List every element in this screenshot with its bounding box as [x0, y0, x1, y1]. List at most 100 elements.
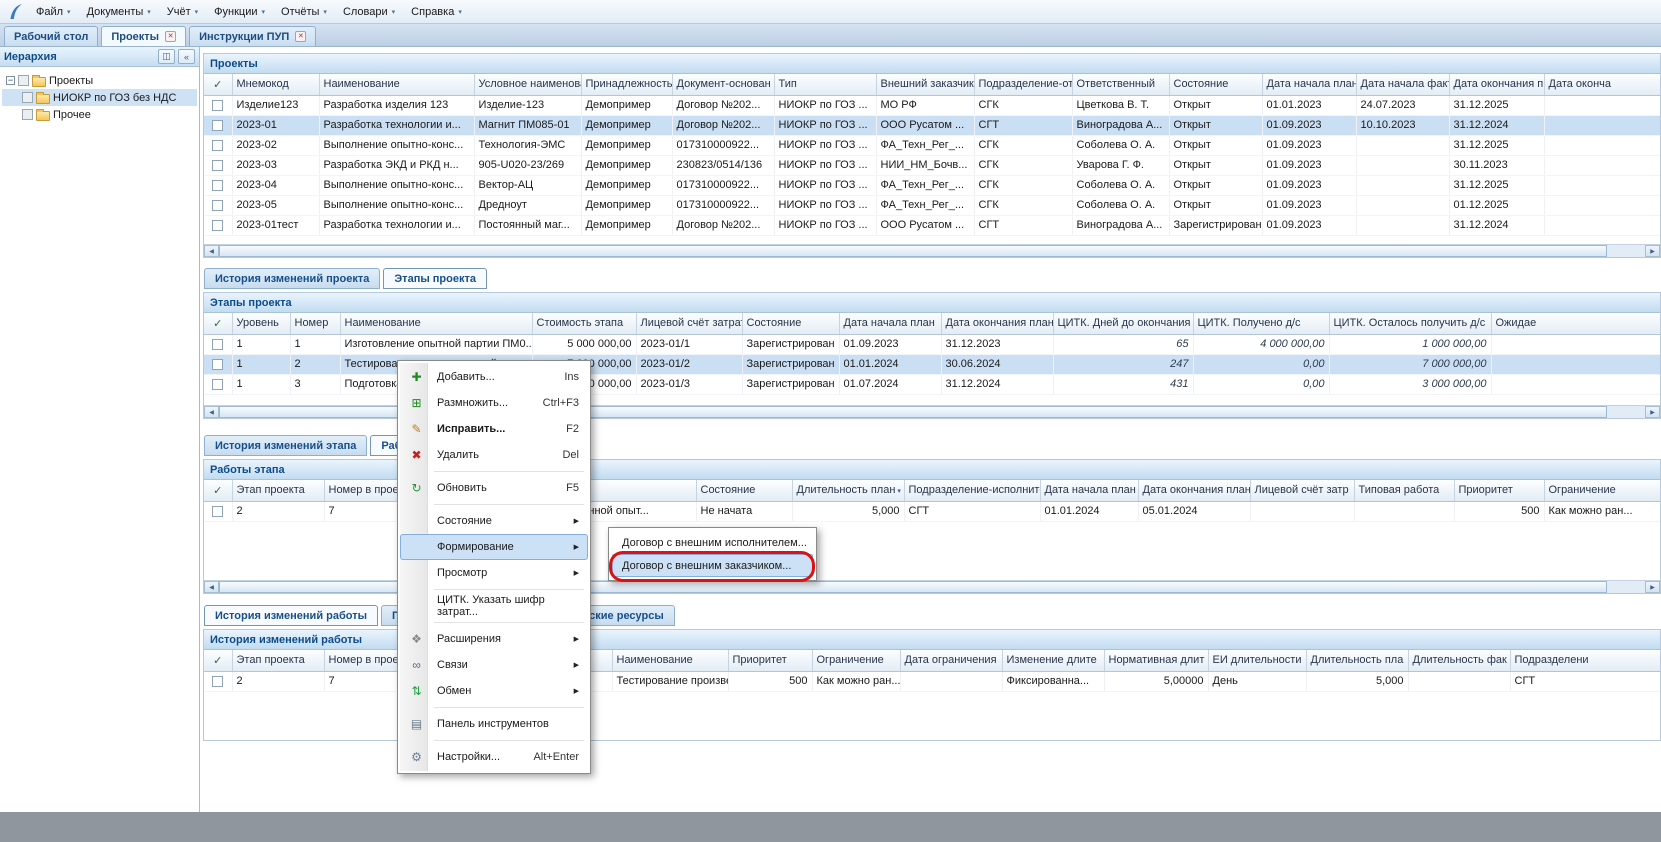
- scroll-right-button[interactable]: ▶: [1645, 406, 1660, 418]
- table-row[interactable]: 2023-03Разработка ЭКД и РКД н...905-U020…: [204, 155, 1660, 175]
- submenu-item[interactable]: Договор с внешним исполнителем...: [612, 531, 813, 554]
- checkbox-cell[interactable]: [204, 354, 232, 374]
- table-row[interactable]: 2023-02Выполнение опытно-конс...Технолог…: [204, 135, 1660, 155]
- column-header[interactable]: Принадлежность: [581, 74, 672, 95]
- context-menu-item[interactable]: Формирование▶: [400, 534, 588, 560]
- table-row[interactable]: 2023-01тестРазработка технологии и...Пос…: [204, 215, 1660, 235]
- column-header[interactable]: Условное наименова: [474, 74, 581, 95]
- column-header[interactable]: ЦИТК. Осталось получить д/с: [1329, 313, 1491, 334]
- column-header[interactable]: Стоимость этапа: [532, 313, 636, 334]
- row-checkbox[interactable]: [212, 506, 223, 517]
- column-header[interactable]: Мнемокод: [232, 74, 319, 95]
- column-header[interactable]: Приоритет: [1454, 480, 1544, 501]
- column-header[interactable]: Дата начала факт: [1356, 74, 1449, 95]
- context-menu-item[interactable]: ▤Панель инструментов: [400, 711, 588, 737]
- column-header[interactable]: Подразделение-от: [974, 74, 1072, 95]
- menubar-item[interactable]: Справка▾: [403, 3, 470, 21]
- column-header[interactable]: Дата оконча: [1544, 74, 1660, 95]
- menubar-item[interactable]: Файл▾: [28, 3, 79, 21]
- column-header[interactable]: ЦИТК. Дней до окончания: [1053, 313, 1193, 334]
- context-menu-item[interactable]: ❖Расширения▶: [400, 626, 588, 652]
- column-header[interactable]: Дата окончания план: [1138, 480, 1250, 501]
- column-header[interactable]: Состояние: [1169, 74, 1262, 95]
- scroll-right-button[interactable]: ▶: [1645, 245, 1660, 257]
- tree-item[interactable]: Прочее: [2, 106, 197, 123]
- column-header[interactable]: Лицевой счёт затр: [1250, 480, 1354, 501]
- context-menu-item[interactable]: ∞Связи▶: [400, 652, 588, 678]
- table-row[interactable]: 2023-04Выполнение опытно-конс...Вектор-А…: [204, 175, 1660, 195]
- column-header[interactable]: Ограничение: [1544, 480, 1660, 501]
- column-header[interactable]: Тип: [774, 74, 876, 95]
- row-checkbox[interactable]: [212, 200, 223, 211]
- column-header[interactable]: Подразделение-исполнитель: [904, 480, 1040, 501]
- column-header[interactable]: ЦИТК. Получено д/с: [1193, 313, 1329, 334]
- row-checkbox[interactable]: [212, 359, 223, 370]
- column-header[interactable]: Дата окончания п: [1449, 74, 1544, 95]
- scroll-left-button[interactable]: ◀: [204, 581, 219, 593]
- menubar-item[interactable]: Функции▾: [206, 3, 273, 21]
- column-header[interactable]: Дата начала план: [839, 313, 941, 334]
- context-menu-item[interactable]: ✚Добавить...Ins: [400, 364, 588, 390]
- column-header[interactable]: Дата окончания план: [941, 313, 1053, 334]
- main-tab[interactable]: Инструкции ПУП✕: [189, 26, 316, 46]
- horizontal-scrollbar[interactable]: ◀ ▶: [204, 244, 1660, 257]
- locate-button[interactable]: ◫: [158, 49, 175, 64]
- column-header[interactable]: Состояние: [696, 480, 792, 501]
- tree-item[interactable]: НИОКР по ГОЗ без НДС: [2, 89, 197, 106]
- section-tab[interactable]: Этапы проекта: [383, 268, 487, 289]
- close-icon[interactable]: ✕: [165, 31, 176, 42]
- collapse-sidebar-button[interactable]: «: [178, 49, 195, 64]
- column-header[interactable]: Состояние: [742, 313, 839, 334]
- main-tab[interactable]: Рабочий стол: [4, 26, 98, 46]
- select-all-header[interactable]: ✓: [204, 650, 232, 671]
- column-header[interactable]: Лицевой счёт затрат: [636, 313, 742, 334]
- column-header[interactable]: Наименование: [340, 313, 532, 334]
- checkbox-cell[interactable]: [204, 115, 232, 135]
- scroll-left-button[interactable]: ◀: [204, 406, 219, 418]
- table-row[interactable]: Изделие123Разработка изделия 123Изделие-…: [204, 95, 1660, 115]
- scroll-left-button[interactable]: ◀: [204, 245, 219, 257]
- checkbox-cell[interactable]: [204, 135, 232, 155]
- submenu-item[interactable]: Договор с внешним заказчиком...: [612, 554, 813, 577]
- main-tab[interactable]: Проекты✕: [101, 26, 186, 46]
- checkbox-cell[interactable]: [204, 195, 232, 215]
- row-checkbox[interactable]: [212, 100, 223, 111]
- context-menu-item[interactable]: ⊞Размножить...Ctrl+F3: [400, 390, 588, 416]
- context-menu-item[interactable]: ↻ОбновитьF5: [400, 475, 588, 501]
- scrollbar-track[interactable]: [1607, 245, 1645, 257]
- table-row[interactable]: 2023-05Выполнение опытно-конс...Дредноут…: [204, 195, 1660, 215]
- column-header[interactable]: Нормативная длит: [1104, 650, 1208, 671]
- checkbox-cell[interactable]: [204, 155, 232, 175]
- scrollbar-track[interactable]: [1607, 406, 1645, 418]
- column-header[interactable]: Номер: [290, 313, 340, 334]
- checkbox-cell[interactable]: [204, 334, 232, 354]
- column-header[interactable]: Этап проекта: [232, 480, 324, 501]
- menubar-item[interactable]: Отчёты▾: [273, 3, 335, 21]
- tree-checkbox[interactable]: [18, 75, 29, 86]
- column-header[interactable]: Документ-основан: [672, 74, 774, 95]
- select-all-header[interactable]: ✓: [204, 480, 232, 501]
- menubar-item[interactable]: Документы▾: [79, 3, 159, 21]
- context-menu-item[interactable]: ✎Исправить...F2: [400, 416, 588, 442]
- table-row[interactable]: 11Изготовление опытной партии ПМ0...5 00…: [204, 334, 1660, 354]
- close-icon[interactable]: ✕: [295, 31, 306, 42]
- column-header[interactable]: Дата начала план: [1262, 74, 1356, 95]
- column-header[interactable]: Подразделени: [1510, 650, 1660, 671]
- context-menu-item[interactable]: ⚙Настройки...Alt+Enter: [400, 744, 588, 770]
- column-header[interactable]: Этап проекта: [232, 650, 324, 671]
- tree-expander-icon[interactable]: −: [6, 76, 15, 85]
- tree-item[interactable]: −Проекты: [2, 72, 197, 89]
- scrollbar-thumb[interactable]: [219, 245, 1607, 257]
- column-header[interactable]: Дата ограничения: [900, 650, 1002, 671]
- column-header[interactable]: Наименование: [612, 650, 728, 671]
- menubar-item[interactable]: Словари▾: [335, 3, 403, 21]
- column-header[interactable]: Дата начала план: [1040, 480, 1138, 501]
- column-header[interactable]: Изменение длите: [1002, 650, 1104, 671]
- row-checkbox[interactable]: [212, 120, 223, 131]
- column-header[interactable]: Наименование: [319, 74, 474, 95]
- context-menu-item[interactable]: Состояние▶: [400, 508, 588, 534]
- column-header[interactable]: Ожидае: [1491, 313, 1660, 334]
- scrollbar-track[interactable]: [1607, 581, 1645, 593]
- table-row[interactable]: 2023-01Разработка технологии и...Магнит …: [204, 115, 1660, 135]
- column-header[interactable]: Приоритет: [728, 650, 812, 671]
